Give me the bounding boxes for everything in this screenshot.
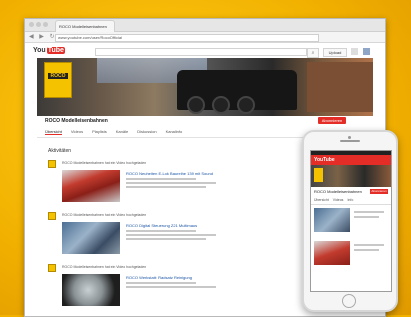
upload-button[interactable]: Upload bbox=[323, 48, 347, 57]
video-thumbnail[interactable] bbox=[62, 170, 120, 202]
mobile-tab-overview[interactable]: Übersicht bbox=[314, 198, 329, 202]
video-thumbnail[interactable] bbox=[62, 274, 120, 306]
avatar[interactable] bbox=[363, 48, 370, 55]
subscribe-button[interactable]: Abonnieren bbox=[318, 117, 346, 124]
phone-screen: YouTube ROCO Modelleisenbahnen Abonniere… bbox=[310, 150, 392, 292]
video-title[interactable]: ROCO Werkstatt: Radsatz Reinigung bbox=[126, 275, 192, 280]
smartphone: YouTube ROCO Modelleisenbahnen Abonniere… bbox=[302, 130, 398, 312]
tab-playlists[interactable]: Playlists bbox=[92, 129, 107, 135]
feed-item-meta: ROCO Modelleisenbahnen hat ein Video hoc… bbox=[62, 265, 147, 269]
roco-logo: ROCO bbox=[44, 62, 72, 98]
tab-discussion[interactable]: Diskussion bbox=[137, 129, 156, 135]
address-bar: ◀ ▶ ↻ www.youtube.com/user/RocoOfficial bbox=[25, 32, 385, 43]
mobile-header: YouTube bbox=[311, 155, 391, 165]
browser-tab[interactable]: ROCO Modelleisenbahnen bbox=[55, 20, 115, 32]
speaker-icon bbox=[340, 140, 360, 142]
logo-tube: Tube bbox=[46, 47, 65, 54]
channel-avatar bbox=[48, 212, 56, 220]
tab-about[interactable]: Kanalinfo bbox=[166, 129, 183, 135]
feed-item-meta: ROCO Modelleisenbahnen hat ein Video hoc… bbox=[62, 213, 147, 217]
mobile-video-item[interactable] bbox=[314, 208, 388, 238]
video-title[interactable]: ROCO Neuheiten E-Lok Baureihe 139 mit So… bbox=[126, 171, 213, 176]
search-icon[interactable]: ⌕ bbox=[307, 48, 319, 58]
mobile-video-thumbnail[interactable] bbox=[314, 241, 350, 265]
mobile-video-thumbnail[interactable] bbox=[314, 208, 350, 232]
video-thumbnail[interactable] bbox=[62, 222, 120, 254]
browser-tabbar: ROCO Modelleisenbahnen bbox=[25, 19, 385, 32]
tab-videos[interactable]: Videos bbox=[71, 129, 83, 135]
channel-avatar bbox=[48, 264, 56, 272]
mobile-tab-info[interactable]: Info bbox=[347, 198, 353, 202]
mobile-channel-row: ROCO Modelleisenbahnen Abonnieren bbox=[311, 187, 391, 196]
feed-label: Aktivitäten bbox=[48, 148, 72, 154]
url-field[interactable]: www.youtube.com/user/RocoOfficial bbox=[55, 34, 319, 42]
tab-overview[interactable]: Übersicht bbox=[45, 129, 62, 135]
mobile-channel-name: ROCO Modelleisenbahnen bbox=[314, 189, 362, 194]
youtube-logo[interactable]: You Tube bbox=[33, 47, 65, 54]
notifications-icon[interactable] bbox=[351, 48, 358, 55]
mobile-video-item[interactable] bbox=[314, 241, 388, 271]
mobile-youtube-logo[interactable]: YouTube bbox=[314, 157, 335, 163]
camera-icon bbox=[348, 136, 351, 139]
search-input[interactable] bbox=[95, 48, 307, 56]
video-title[interactable]: ROCO Digital Steuerung Z21 Multimaus bbox=[126, 223, 197, 228]
mobile-tabs: Übersicht Videos Info bbox=[311, 196, 391, 205]
nav-arrows-icon[interactable]: ◀ ▶ ↻ bbox=[29, 33, 57, 40]
mobile-subscribe-button[interactable]: Abonnieren bbox=[370, 189, 388, 194]
channel-banner bbox=[37, 58, 373, 116]
mobile-banner bbox=[311, 165, 391, 187]
mobile-tab-videos[interactable]: Videos bbox=[333, 198, 344, 202]
channel-name: ROCO Modelleisenbahnen bbox=[45, 118, 108, 124]
feed-item-meta: ROCO Modelleisenbahnen hat ein Video hoc… bbox=[62, 161, 147, 165]
home-button[interactable] bbox=[342, 294, 356, 308]
logo-you: You bbox=[33, 47, 46, 54]
mobile-roco-logo bbox=[314, 168, 323, 182]
channel-tabs: Übersicht Videos Playlists Kanäle Diskus… bbox=[45, 129, 182, 135]
tab-channels[interactable]: Kanäle bbox=[116, 129, 128, 135]
window-controls[interactable] bbox=[29, 22, 48, 27]
channel-avatar bbox=[48, 160, 56, 168]
